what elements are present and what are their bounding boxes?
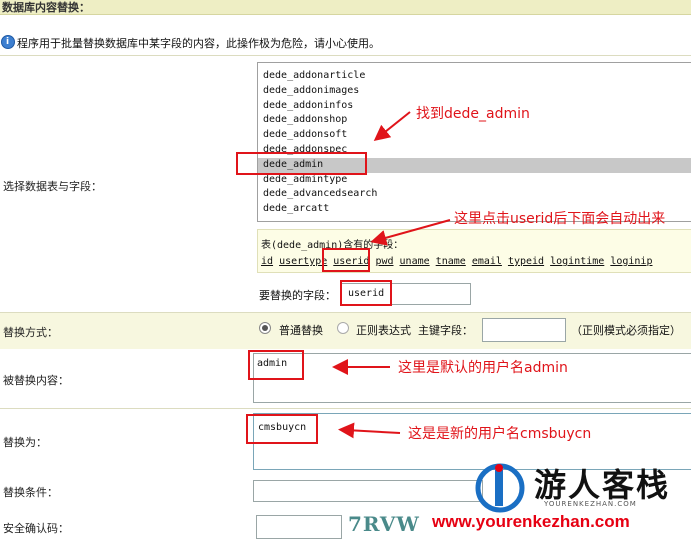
watermark-sub: YOURENKEZHAN.COM <box>544 500 637 508</box>
arrow-to-userid <box>370 219 451 246</box>
arrow-to-new <box>338 422 401 439</box>
watermark-logo-icon <box>475 463 525 513</box>
watermark-url: www.yourenkezhan.com <box>432 512 630 531</box>
watermark: 游人客栈 YOURENKEZHAN.COM www.yourenkezhan.c… <box>432 460 691 537</box>
annotation-arrows <box>332 111 451 439</box>
arrow-to-admin <box>373 111 411 141</box>
